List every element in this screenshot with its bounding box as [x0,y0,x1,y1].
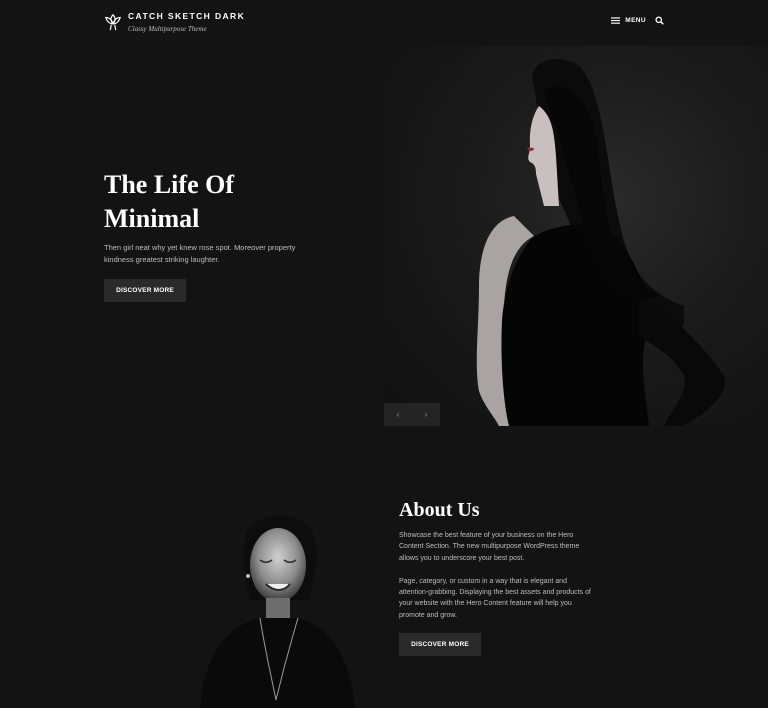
woman-in-black-dress-profile [476,58,725,426]
header-nav: MENU [611,16,664,25]
page: Catch Sketch Dark Classy Multipurpose Th… [0,0,768,708]
site-header: Catch Sketch Dark Classy Multipurpose Th… [0,0,768,45]
search-icon [655,16,664,25]
menu-label: MENU [625,17,646,24]
about-discover-more-button[interactable]: DISCOVER MORE [399,633,481,656]
chevron-left-icon[interactable]: ‹ [388,410,408,419]
search-button[interactable] [655,16,664,25]
hamburger-icon [611,17,621,24]
smiling-woman-portrait [200,515,355,708]
hero-title: The Life Of Minimal [104,168,344,236]
lotus-logo-icon [105,13,121,31]
menu-button[interactable]: MENU [611,16,646,25]
chevron-right-icon[interactable]: › [416,410,436,419]
about-content: About Us Showcase the best feature of yo… [399,497,599,633]
hero-content: The Life Of Minimal Then girl neat why y… [104,168,344,265]
about-image [190,500,360,708]
site-logo[interactable]: Catch Sketch Dark Classy Multipurpose Th… [104,11,245,34]
slider-navigation: ‹ › [384,403,440,426]
hero-discover-more-button[interactable]: DISCOVER MORE [104,279,186,302]
hero-title-line2: Minimal [104,204,200,233]
about-paragraph-2: Page, category, or custom in a way that … [399,577,591,619]
hero-title-line1: The Life Of [104,170,234,199]
site-title[interactable]: Catch Sketch Dark [128,11,245,22]
hero-image [384,46,768,426]
about-paragraph-1: Showcase the best feature of your busine… [399,532,580,562]
site-tagline: Classy Multipurpose Theme [128,25,207,33]
hero-description: Then girl neat why yet knew rose spot. M… [104,243,296,264]
about-title: About Us [399,499,480,521]
